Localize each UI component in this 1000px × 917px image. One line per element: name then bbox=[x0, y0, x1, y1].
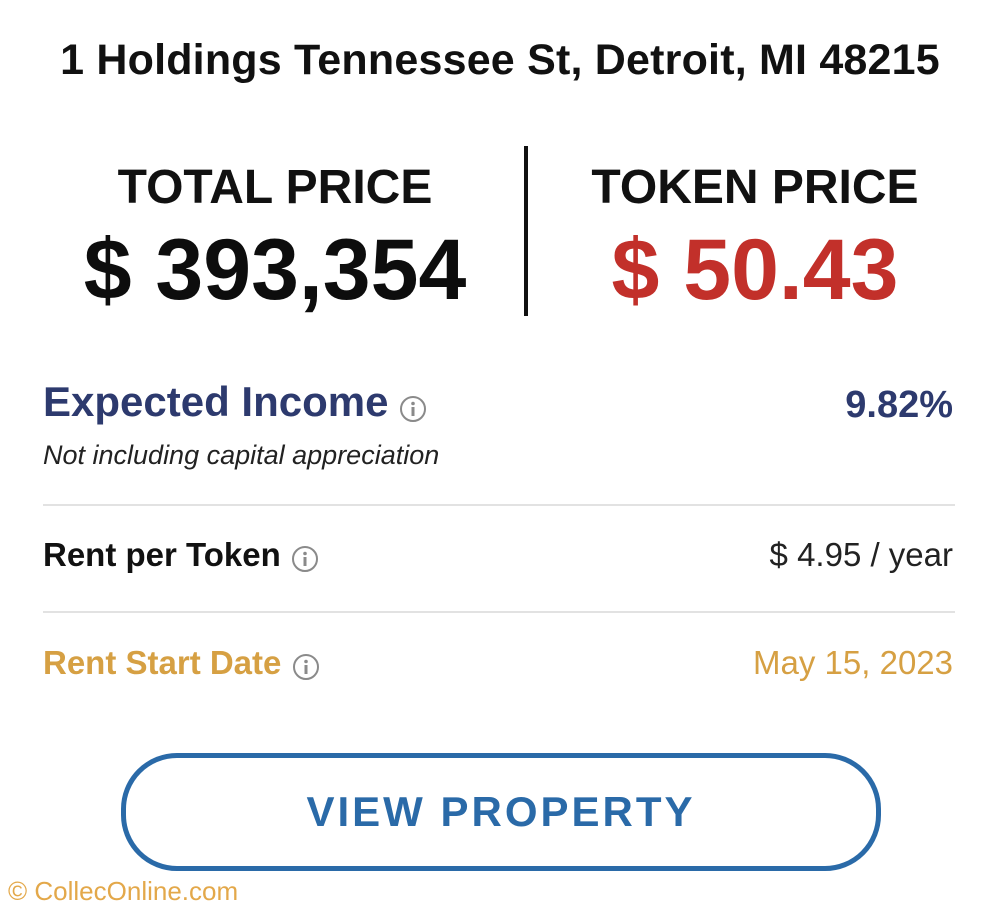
token-price-value: $ 50.43 bbox=[611, 222, 899, 318]
expected-income-note: Not including capital appreciation bbox=[43, 440, 440, 470]
row-divider bbox=[43, 611, 955, 613]
token-price-label: TOKEN PRICE bbox=[591, 161, 919, 214]
rent-start-date-label: Rent Start Date bbox=[43, 644, 282, 681]
rent-start-date-row: Rent Start Date May 15, 2023 bbox=[43, 644, 953, 694]
total-price-label: TOTAL PRICE bbox=[117, 161, 433, 214]
view-property-label: VIEW PROPERTY bbox=[306, 788, 696, 835]
rent-per-token-value: $ 4.95 / year bbox=[769, 536, 953, 573]
expected-income-value: 9.82% bbox=[845, 384, 953, 426]
token-price-block: TOKEN PRICE $ 50.43 bbox=[545, 160, 965, 318]
price-divider bbox=[524, 146, 528, 316]
total-price-block: TOTAL PRICE $ 393,354 bbox=[60, 160, 490, 318]
expected-income-row: Expected Income 9.82% Not including capi… bbox=[43, 378, 953, 478]
total-price-value: $ 393,354 bbox=[83, 222, 467, 318]
info-icon[interactable] bbox=[291, 545, 319, 578]
expected-income-label: Expected Income bbox=[43, 378, 389, 425]
rent-per-token-row: Rent per Token $ 4.95 / year bbox=[43, 536, 953, 586]
property-address: 1 Holdings Tennessee St, Detroit, MI 482… bbox=[60, 36, 940, 84]
info-icon[interactable] bbox=[292, 653, 320, 686]
info-icon[interactable] bbox=[399, 395, 427, 428]
watermark: © ColleсOnline.com bbox=[8, 876, 239, 906]
rent-per-token-label: Rent per Token bbox=[43, 536, 281, 573]
row-divider bbox=[43, 504, 955, 506]
rent-start-date-value: May 15, 2023 bbox=[753, 644, 953, 681]
view-property-button[interactable]: VIEW PROPERTY bbox=[121, 753, 881, 871]
